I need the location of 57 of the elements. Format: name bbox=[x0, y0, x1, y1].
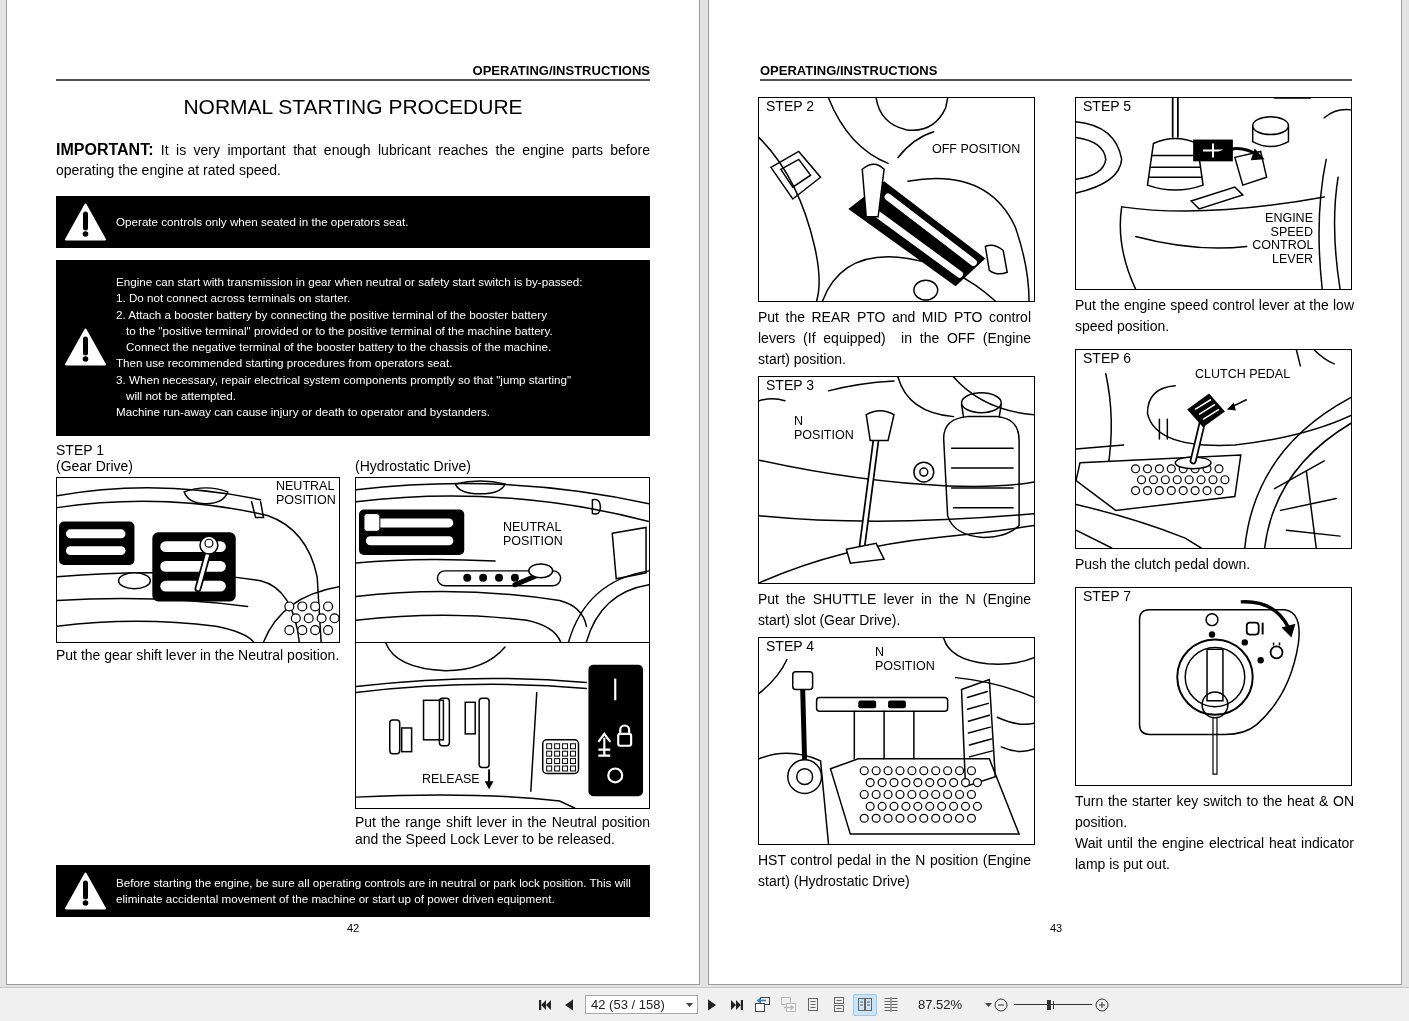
zoom-out-icon bbox=[994, 997, 1008, 1012]
zoom-in-button[interactable] bbox=[1095, 997, 1109, 1012]
continuous-page-icon bbox=[832, 997, 846, 1012]
figure-caption: Put the SHUTTLE lever in the N (Engine start) slot (Gear Drive). bbox=[758, 590, 1031, 630]
figure-subtitle: (Hydrostatic Drive) bbox=[355, 458, 472, 475]
step-label: STEP 5 bbox=[1083, 98, 1131, 114]
step-label: STEP 6 bbox=[1083, 350, 1131, 366]
zoom-out-button[interactable] bbox=[994, 997, 1008, 1012]
continuous-facing-icon bbox=[884, 997, 898, 1012]
warning-icon bbox=[65, 872, 106, 911]
important-note: IMPORTANT: It is very important that enough lubricant reaches the engine parts before operating the engine at rated speed. bbox=[56, 140, 650, 180]
warning-icon bbox=[65, 203, 106, 241]
step-label: STEP 7 bbox=[1083, 588, 1131, 604]
figure-caption: Put the REAR PTO and MID PTO control levers (If equipped) in the OFF (Engine start) position. bbox=[758, 308, 1031, 369]
single-page-icon bbox=[806, 997, 820, 1012]
page-title: NORMAL STARTING PROCEDURE bbox=[182, 95, 524, 119]
running-header: OPERATING/INSTRUCTIONS bbox=[760, 63, 938, 78]
warning-icon bbox=[65, 328, 106, 367]
facing-pages-icon bbox=[858, 997, 872, 1012]
dropdown-caret-icon bbox=[686, 1002, 693, 1007]
warning-text: Then use recommended starting procedures from operators seat. bbox=[116, 355, 454, 372]
figure-caption: Wait until the engine electrical heat indicator lamp is put out. bbox=[1075, 834, 1354, 874]
step-label: STEP 4 bbox=[766, 638, 814, 654]
warning-text: Engine can start with transmission in gear when neutral or safety start switch is by-passed: bbox=[116, 274, 584, 290]
step-label: STEP 2 bbox=[766, 98, 814, 114]
page-number: 42 bbox=[345, 921, 361, 935]
page-number: 43 bbox=[1048, 921, 1064, 935]
warning-text: 2. Attach a booster battery by connecting the positive terminal of the booster battery to the "positive terminal" provided or to the positive terminal of the machine battery. Connect the negative terminal of the booster battery to the chassis of the machine. bbox=[116, 306, 554, 355]
zoom-slider[interactable] bbox=[1014, 997, 1092, 1012]
step-label: STEP 3 bbox=[766, 377, 814, 393]
dropdown-caret-icon bbox=[985, 1002, 992, 1007]
callout-label: N POSITION bbox=[794, 415, 854, 442]
callout-label: N POSITION bbox=[875, 646, 935, 673]
zoom-in-icon bbox=[1095, 997, 1109, 1012]
warning-text: Before starting the engine, be sure all operating controls are in neutral or park lock position. This will eliminate accidental movement of the machine or start up of power driven equipment. bbox=[116, 875, 632, 908]
view-mode-button[interactable] bbox=[853, 993, 877, 1016]
warning-text: 3. When necessary, repair electrical system components promptly so that "jump starting" will not be attempted. bbox=[116, 371, 573, 404]
figure-caption: Put the gear shift lever in the Neutral position. bbox=[56, 647, 341, 665]
first-page-icon bbox=[538, 997, 552, 1012]
zoom-field[interactable]: 87.52% bbox=[918, 994, 992, 1015]
running-header: OPERATING/INSTRUCTIONS bbox=[472, 63, 650, 78]
figure-caption: Turn the starter key switch to the heat & ON position. bbox=[1075, 792, 1354, 832]
slider-thumb[interactable] bbox=[1047, 999, 1052, 1010]
figure-caption: Put the engine speed control lever at the low speed position. bbox=[1075, 296, 1354, 336]
warning-text: 1. Do not connect across terminals on starter. bbox=[116, 290, 352, 307]
last-page-icon bbox=[730, 997, 744, 1012]
figure-caption: Push the clutch pedal down. bbox=[1075, 555, 1252, 574]
figure-caption: HST control pedal in the N position (Engine start) (Hydrostatic Drive) bbox=[758, 851, 1031, 891]
warning-text: Machine run-away can cause injury or death to operator and bystanders. bbox=[116, 404, 491, 420]
figure-caption: Put the range shift lever in the Neutral position and the Speed Lock Lever to be released. bbox=[355, 814, 650, 849]
warning-text: Operate controls only when seated in the operators seat. bbox=[116, 213, 410, 230]
pages-arrow-icon bbox=[779, 996, 797, 1013]
pages-arrow-icon bbox=[753, 996, 771, 1013]
step-label: STEP 1 bbox=[56, 442, 105, 459]
figure-subtitle: (Gear Drive) bbox=[56, 458, 134, 475]
page-field[interactable]: 42 (53 / 158) bbox=[585, 995, 698, 1014]
callout-label: ENGINE SPEED CONTROL LEVER bbox=[1252, 212, 1313, 266]
